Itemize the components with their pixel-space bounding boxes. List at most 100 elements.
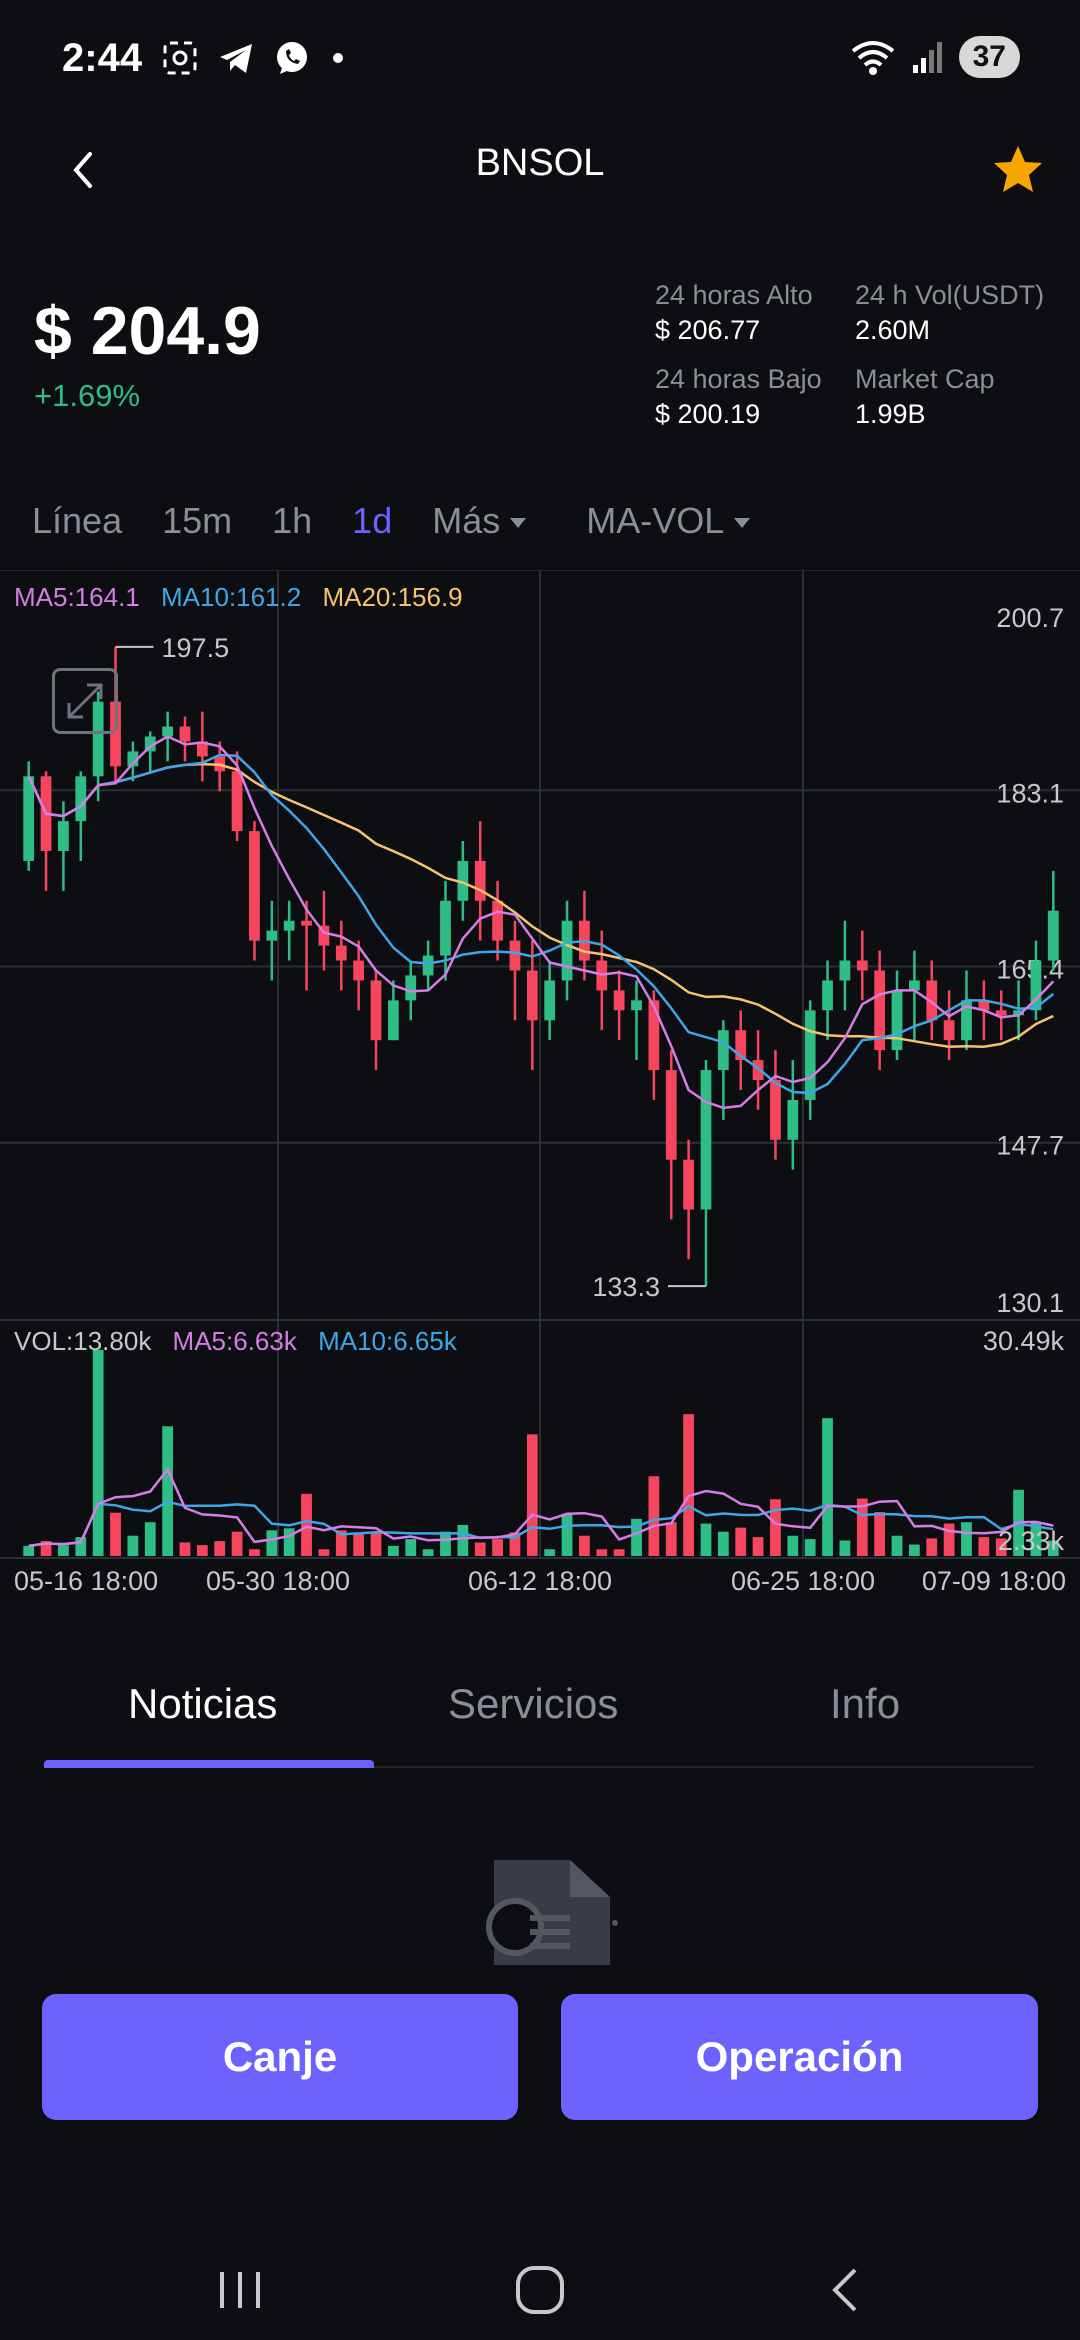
favorite-button[interactable] xyxy=(986,138,1050,202)
wifi-icon xyxy=(851,41,894,75)
stat-market-cap: Market Cap 1.99B xyxy=(855,364,995,430)
volume-bar-up xyxy=(822,1418,833,1556)
tab-more[interactable]: Más xyxy=(432,500,527,542)
volume-bar-down xyxy=(179,1542,191,1556)
volume-bar-down xyxy=(735,1527,747,1556)
system-navigation-bar xyxy=(0,2240,1080,2340)
candle-down xyxy=(492,900,503,941)
tab-line[interactable]: Línea xyxy=(32,500,122,542)
stat-label: 24 horas Bajo xyxy=(655,364,822,394)
candle-up xyxy=(23,776,35,861)
candle-up xyxy=(631,1000,642,1011)
volume-bar-down xyxy=(231,1531,243,1556)
tab-info[interactable]: Info xyxy=(830,1680,900,1728)
volume-max-label: 30.49k xyxy=(983,1326,1065,1356)
back-icon xyxy=(832,2268,857,2312)
volume-bar-down xyxy=(596,1549,608,1556)
candle-up xyxy=(700,1070,712,1210)
candle-down xyxy=(943,1020,955,1041)
tab-more-label: Más xyxy=(432,500,501,541)
volume-bar-up xyxy=(440,1531,451,1556)
candle-up xyxy=(804,1010,816,1100)
telegram-icon xyxy=(220,44,252,73)
x-axis-label: 07-09 18:00 xyxy=(922,1566,1066,1596)
price-change: +1.69% xyxy=(34,378,141,413)
volume-bar-down xyxy=(196,1545,208,1556)
ma-legend: MA5:164.1 MA10:161.2 MA20:156.9 xyxy=(14,582,477,613)
candle-up xyxy=(283,920,295,931)
stat-24h-low: 24 horas Bajo $ 200.19 xyxy=(655,364,822,430)
volume-bar-down xyxy=(492,1539,503,1556)
candle-down xyxy=(179,726,191,742)
candle-up xyxy=(422,955,434,976)
volume-bar-up xyxy=(839,1540,851,1556)
indicator-label: MA-VOL xyxy=(586,500,725,541)
volume-bar-down xyxy=(943,1523,955,1556)
volume-bar-up xyxy=(787,1535,799,1556)
candle-up xyxy=(839,960,851,981)
whatsapp-icon xyxy=(277,42,307,74)
stat-24h-high: 24 horas Alto $ 206.77 xyxy=(655,280,813,346)
volume-bar-down xyxy=(665,1522,677,1556)
clock: 2:44 xyxy=(62,36,143,80)
volume-bar-down xyxy=(752,1537,764,1556)
tab-1h[interactable]: 1h xyxy=(272,500,312,542)
stat-label: 24 horas Alto xyxy=(655,280,813,310)
volume-bar-down xyxy=(249,1549,260,1556)
tab-15m[interactable]: 15m xyxy=(162,500,232,542)
min-price-label: 133.3 xyxy=(592,1272,660,1302)
stat-value: 1.99B xyxy=(855,399,926,429)
candle-up xyxy=(266,930,278,941)
stat-value: $ 206.77 xyxy=(655,315,761,345)
candle-up xyxy=(405,975,417,1001)
candle-down xyxy=(335,945,347,961)
volume-bar-down xyxy=(579,1535,590,1556)
price-chart[interactable]: 200.7 183.1 165.4 147.7 130.1 197.5 133.3 30.49… xyxy=(0,570,1080,1610)
legend-ma5: MA5:164.1 xyxy=(14,582,140,612)
home-button[interactable] xyxy=(500,2250,580,2330)
candle-up xyxy=(717,1030,729,1071)
candle-up xyxy=(544,980,556,1021)
dot-icon xyxy=(333,53,343,63)
back-nav-button[interactable] xyxy=(805,2250,885,2330)
tab-services[interactable]: Servicios xyxy=(448,1680,618,1728)
content-tabs: Noticias Servicios Info xyxy=(44,1668,1034,1768)
candle-up xyxy=(787,1099,799,1140)
tab-news[interactable]: Noticias xyxy=(128,1680,277,1728)
volume-bar-up xyxy=(561,1514,573,1556)
indicator-selector[interactable]: MA-VOL xyxy=(586,500,751,542)
volume-bar-down xyxy=(214,1541,226,1556)
volume-bar-down xyxy=(648,1476,660,1556)
tab-1d[interactable]: 1d xyxy=(352,500,392,542)
x-axis-label: 05-30 18:00 xyxy=(206,1566,350,1596)
status-bar: 2:44 37 xyxy=(0,0,1080,120)
volume-bar-up xyxy=(908,1544,920,1556)
timeframe-tabs: Línea 15m 1h 1d Más MA-VOL xyxy=(32,500,790,542)
candle-down xyxy=(231,771,243,832)
x-axis-label: 06-12 18:00 xyxy=(468,1566,612,1596)
expand-chart-button[interactable] xyxy=(52,668,118,734)
x-axis-label: 06-25 18:00 xyxy=(731,1566,875,1596)
volume-bar-up xyxy=(961,1522,972,1556)
swap-button[interactable]: Canje xyxy=(42,1994,518,2120)
candle-up xyxy=(387,1000,399,1041)
volume-bar-down xyxy=(926,1538,938,1556)
candle-up xyxy=(162,726,174,737)
volume-bar-up xyxy=(58,1545,69,1556)
recent-apps-button[interactable] xyxy=(200,2250,280,2330)
trade-button[interactable]: Operación xyxy=(561,1994,1038,2120)
volume-bar-down xyxy=(110,1512,121,1556)
volume-bar-up xyxy=(891,1535,903,1556)
volume-bar-up xyxy=(457,1524,469,1556)
y-axis-label: 130.1 xyxy=(996,1288,1064,1318)
candle-down xyxy=(509,940,521,971)
stat-label: Market Cap xyxy=(855,364,995,394)
candle-down xyxy=(353,960,365,981)
volume-bar-down xyxy=(474,1542,486,1556)
legend-vol: VOL:13.80k xyxy=(14,1326,152,1356)
volume-bar-up xyxy=(23,1545,35,1556)
candle-down xyxy=(856,960,868,971)
volume-bar-up xyxy=(717,1531,729,1556)
stat-value: 2.60M xyxy=(855,315,931,345)
empty-document-icon xyxy=(486,1860,618,1965)
